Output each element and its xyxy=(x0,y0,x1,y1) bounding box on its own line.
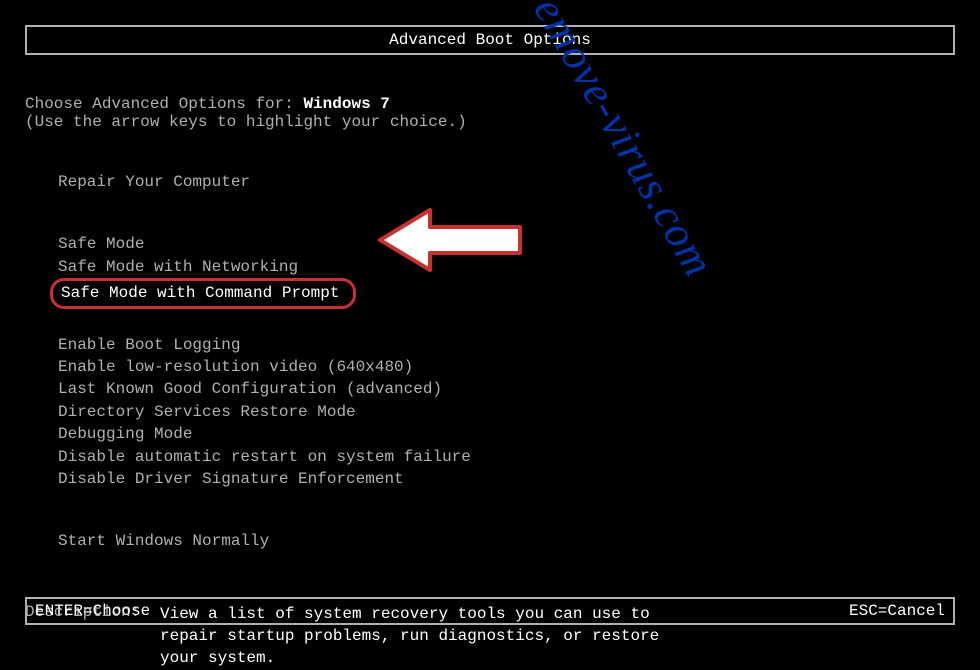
option-debugging-mode[interactable]: Debugging Mode xyxy=(50,423,200,445)
option-disable-driver-signature[interactable]: Disable Driver Signature Enforcement xyxy=(50,468,412,490)
option-safe-mode-command-prompt[interactable]: Safe Mode with Command Prompt xyxy=(50,278,356,308)
footer-enter: ENTER=Choose xyxy=(35,602,150,620)
repair-option-row: Repair Your Computer xyxy=(50,171,955,193)
option-safe-mode[interactable]: Safe Mode xyxy=(50,233,152,255)
os-name: Windows 7 xyxy=(303,95,389,113)
footer-esc: ESC=Cancel xyxy=(849,602,945,620)
choose-options-line: Choose Advanced Options for: Windows 7 xyxy=(25,95,955,113)
start-normal-row: Start Windows Normally xyxy=(50,530,955,552)
option-disable-auto-restart[interactable]: Disable automatic restart on system fail… xyxy=(50,446,479,468)
arrow-left-icon xyxy=(370,205,530,280)
title-bar: Advanced Boot Options xyxy=(25,25,955,55)
option-safe-mode-networking[interactable]: Safe Mode with Networking xyxy=(50,256,306,278)
option-start-windows-normally[interactable]: Start Windows Normally xyxy=(50,530,277,552)
other-options-group: Enable Boot Logging Enable low-resolutio… xyxy=(50,334,955,491)
choose-label: Choose Advanced Options for: xyxy=(25,95,303,113)
footer-bar: ENTER=Choose ESC=Cancel xyxy=(25,597,955,625)
option-last-known-good[interactable]: Last Known Good Configuration (advanced) xyxy=(50,378,450,400)
instruction-text: (Use the arrow keys to highlight your ch… xyxy=(25,113,955,131)
option-enable-boot-logging[interactable]: Enable Boot Logging xyxy=(50,334,248,356)
option-directory-services-restore[interactable]: Directory Services Restore Mode xyxy=(50,401,364,423)
option-repair-computer[interactable]: Repair Your Computer xyxy=(50,171,258,193)
option-low-resolution-video[interactable]: Enable low-resolution video (640x480) xyxy=(50,356,421,378)
